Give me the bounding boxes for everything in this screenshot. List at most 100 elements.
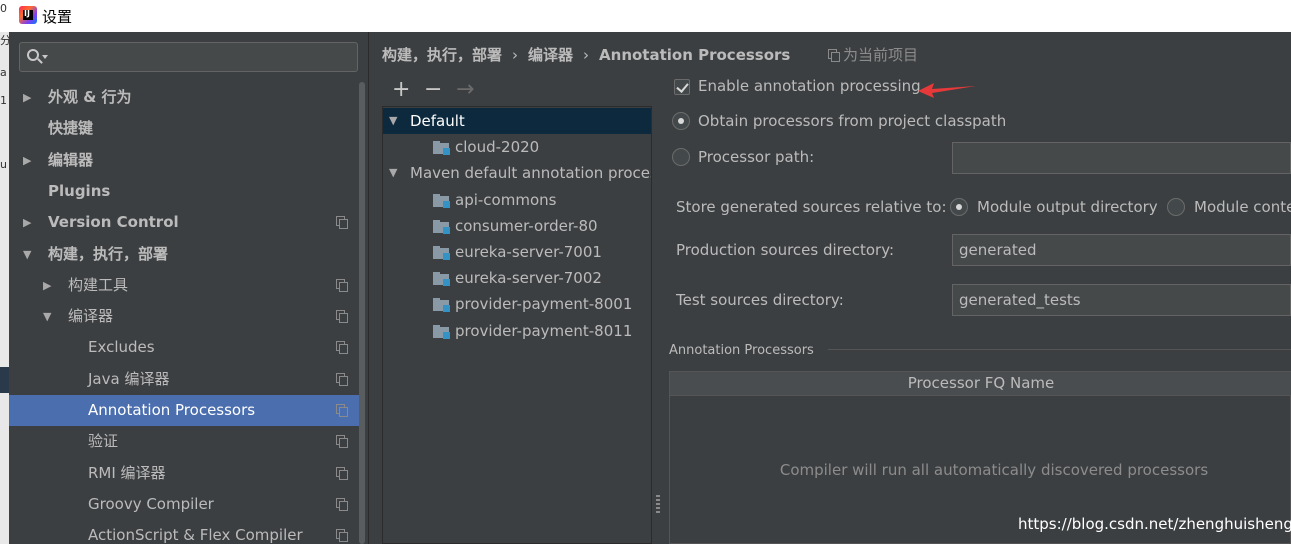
module-content-root-label[interactable]: Module content root — [1194, 198, 1291, 216]
sidebar-item[interactable]: ▶ 构建工具 — [9, 270, 359, 301]
module-node[interactable]: consumer-order-80 — [383, 213, 651, 239]
sidebar-item[interactable]: ▶ 外观 & 行为 — [9, 82, 359, 113]
sidebar-item-label: RMI 编译器 — [88, 464, 166, 482]
enable-annotation-processing-label[interactable]: Enable annotation processing — [698, 77, 921, 95]
sidebar-item[interactable]: ▶ Version Control — [9, 207, 359, 238]
window-titlebar: IJ 设置 — [0, 0, 1291, 32]
sidebar-item[interactable]: Plugins — [9, 176, 359, 207]
collapsed-arrow-icon[interactable]: ▶ — [23, 207, 31, 238]
module-folder-icon — [433, 298, 451, 312]
module-marker-icon — [443, 148, 450, 155]
profile-label: Maven default annotation processors prof… — [410, 164, 651, 182]
sidebar-item-label: 编译器 — [68, 307, 114, 325]
add-profile-button[interactable]: + — [392, 78, 410, 102]
edge-dark-block — [0, 367, 9, 393]
expanded-arrow-icon[interactable]: ▼ — [43, 301, 51, 332]
section-divider — [828, 349, 1291, 350]
window-title: 设置 — [42, 8, 73, 26]
collapsed-arrow-icon[interactable]: ▶ — [23, 145, 31, 176]
module-node[interactable]: api-commons — [383, 187, 651, 213]
sidebar-item[interactable]: 快捷键 — [9, 113, 359, 144]
project-level-icon — [336, 529, 348, 542]
splitter[interactable] — [368, 32, 369, 544]
sidebar-item[interactable]: Excludes — [9, 332, 359, 363]
search-options-dropdown-icon[interactable] — [42, 55, 48, 59]
sidebar-item[interactable]: 验证 — [9, 426, 359, 457]
annotation-processors-section-title: Annotation Processors — [669, 343, 814, 358]
processor-path-radio[interactable] — [672, 148, 690, 166]
module-label: api-commons — [455, 191, 557, 209]
module-node[interactable]: eureka-server-7002 — [383, 265, 651, 291]
watermark: https://blog.csdn.net/zhenghuishengq — [1018, 515, 1291, 533]
module-output-directory-radio[interactable] — [950, 198, 968, 216]
production-sources-field[interactable]: generated — [952, 234, 1291, 266]
remove-profile-button[interactable]: − — [424, 78, 442, 102]
enable-annotation-processing-checkbox[interactable] — [674, 79, 690, 95]
sidebar-item[interactable]: Java 编译器 — [9, 364, 359, 395]
background-window-edge: 0 分 a 1 u — [0, 2, 11, 544]
search-icon[interactable] — [27, 49, 39, 61]
module-label: eureka-server-7002 — [455, 269, 602, 287]
sidebar-item-label: 验证 — [88, 432, 119, 450]
module-label: provider-payment-8001 — [455, 295, 633, 313]
sidebar-item-label: ActionScript & Flex Compiler — [88, 526, 303, 544]
sidebar-item[interactable]: Annotation Processors — [9, 395, 359, 426]
red-annotation-arrow — [918, 83, 976, 98]
module-node[interactable]: provider-payment-8011 — [383, 318, 651, 344]
splitter-grip[interactable] — [656, 495, 660, 513]
expanded-arrow-icon[interactable]: ▼ — [389, 160, 397, 186]
processor-fq-name-column-header[interactable]: Processor FQ Name — [670, 372, 1291, 396]
sidebar-item[interactable]: ▼ 构建，执行，部署 — [9, 239, 359, 270]
sidebar-item[interactable]: ActionScript & Flex Compiler — [9, 520, 359, 544]
settings-search-input[interactable] — [52, 47, 352, 67]
module-output-directory-label[interactable]: Module output directory — [977, 198, 1158, 216]
breadcrumb-part: 编译器 — [528, 46, 574, 64]
project-level-icon — [336, 341, 348, 354]
breadcrumb-part: Annotation Processors — [599, 46, 791, 64]
processor-path-label[interactable]: Processor path: — [698, 148, 814, 166]
module-node[interactable]: eureka-server-7001 — [383, 239, 651, 265]
for-current-project-hint: 为当前项目 — [828, 44, 918, 65]
sidebar-item-label: 外观 & 行为 — [48, 88, 132, 106]
module-folder-icon — [433, 220, 451, 234]
edge-char: 1 — [0, 94, 7, 107]
intellij-app-icon: IJ — [19, 6, 37, 24]
profile-node[interactable]: ▼ Maven default annotation processors pro… — [383, 160, 651, 186]
module-content-root-radio[interactable] — [1167, 198, 1185, 216]
sidebar-item[interactable]: RMI 编译器 — [9, 458, 359, 489]
sidebar-item[interactable]: ▶ 编辑器 — [9, 145, 359, 176]
collapsed-arrow-icon[interactable]: ▶ — [23, 82, 31, 113]
sidebar-item-label: 快捷键 — [48, 119, 94, 137]
expanded-arrow-icon[interactable]: ▼ — [389, 108, 397, 134]
edge-char: u — [0, 158, 7, 171]
expanded-arrow-icon[interactable]: ▼ — [23, 239, 31, 270]
module-node[interactable]: cloud-2020 — [383, 134, 651, 160]
move-module-button[interactable]: → — [456, 78, 474, 102]
processor-path-field[interactable] — [952, 142, 1291, 174]
sidebar-item-label: Annotation Processors — [88, 401, 256, 419]
edge-char: 0 — [0, 2, 7, 15]
module-label: consumer-order-80 — [455, 217, 598, 235]
settings-search-box[interactable] — [19, 42, 358, 72]
project-level-icon — [336, 435, 348, 448]
sidebar-scrollbar[interactable] — [359, 82, 365, 544]
obtain-from-classpath-radio[interactable] — [672, 112, 690, 130]
sidebar-item[interactable]: ▼ 编译器 — [9, 301, 359, 332]
test-sources-field[interactable]: generated_tests — [952, 284, 1291, 316]
profile-node[interactable]: ▼ Default — [383, 108, 651, 134]
module-label: eureka-server-7001 — [455, 243, 602, 261]
collapsed-arrow-icon[interactable]: ▶ — [43, 270, 51, 301]
obtain-from-classpath-label[interactable]: Obtain processors from project classpath — [698, 112, 1006, 130]
module-node[interactable]: provider-payment-8001 — [383, 291, 651, 317]
module-marker-icon — [443, 305, 450, 312]
module-label: provider-payment-8011 — [455, 322, 633, 340]
module-folder-icon — [433, 194, 451, 208]
store-generated-sources-label: Store generated sources relative to: — [676, 198, 947, 216]
edge-char: a — [0, 66, 7, 79]
settings-sidebar: ▶ 外观 & 行为 快捷键 ▶ 编辑器 Plugins ▶ Version Control ▼ 构… — [9, 32, 368, 544]
sidebar-item-label: Version Control — [48, 213, 179, 231]
module-marker-icon — [443, 227, 450, 234]
sidebar-item[interactable]: Groovy Compiler — [9, 489, 359, 520]
sidebar-item-label: Java 编译器 — [88, 370, 170, 388]
project-level-icon — [336, 467, 348, 480]
